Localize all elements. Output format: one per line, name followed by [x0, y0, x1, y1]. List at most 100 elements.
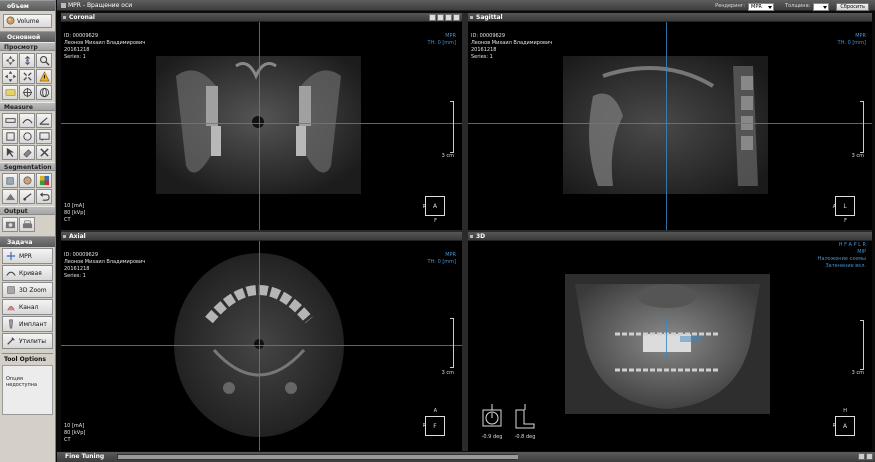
- task-item-label: MPR: [19, 252, 32, 260]
- thickness: TH: 0 [mm]: [837, 40, 866, 46]
- curve-measure-button[interactable]: [19, 113, 35, 128]
- area-tool-button[interactable]: [2, 129, 18, 144]
- sagittal-viewport[interactable]: Sagittal ID: 00009629 Леонов Михаил Влад…: [468, 13, 872, 230]
- orientation-letters[interactable]: H F A P L R: [818, 242, 866, 249]
- sagittal-orientation-cube[interactable]: L: [835, 196, 855, 216]
- capture-button[interactable]: [2, 217, 18, 232]
- patient-id: ID: 00009629: [64, 252, 99, 258]
- viewport-menu-icon[interactable]: [63, 16, 66, 19]
- render-mode: MPR: [445, 252, 456, 258]
- seg-region-button[interactable]: [19, 173, 35, 188]
- task-item-label: 3D Zoom: [19, 286, 47, 294]
- axial-title: Axial: [69, 233, 86, 240]
- sagittal-scale-ruler: [860, 101, 864, 153]
- globe-tool-button[interactable]: [36, 85, 52, 100]
- window-level-button[interactable]: [2, 85, 18, 100]
- color-squares-icon: [39, 175, 49, 186]
- coronal-horizontal-axis[interactable]: [61, 123, 462, 124]
- render-mode: MPR: [445, 33, 456, 39]
- task-item-utilities[interactable]: Утилиты: [2, 333, 53, 349]
- pan-tool-button[interactable]: [2, 53, 18, 68]
- seg-cut-button[interactable]: [19, 189, 35, 204]
- seg-cube-button[interactable]: [2, 173, 18, 188]
- thickness-select[interactable]: [813, 2, 830, 11]
- sagittal-bottom-label: F: [844, 218, 847, 224]
- task-item-3d-zoom[interactable]: 3D Zoom: [2, 282, 53, 298]
- axial-viewport[interactable]: Axial ID: 00009629 Леонов Михаил Владими…: [61, 232, 462, 451]
- 3d-orientation-cube[interactable]: A: [835, 416, 855, 436]
- print-button[interactable]: [19, 217, 35, 232]
- seg-sculpt-button[interactable]: [2, 189, 18, 204]
- coronal-maximize-button[interactable]: [445, 14, 452, 21]
- volume-icon: [6, 16, 15, 27]
- seg-color-button[interactable]: [36, 173, 52, 188]
- patient-id: ID: 00009629: [64, 33, 99, 39]
- task-list: MPR Кривая 3D Zoom Канал Имплант Утилиты: [0, 248, 55, 349]
- axial-vertical-axis[interactable]: [259, 241, 260, 451]
- annotation-icon: [38, 132, 50, 142]
- task-item-curve[interactable]: Кривая: [2, 265, 53, 281]
- coronal-minimize-button[interactable]: [429, 14, 436, 21]
- render-controls: Рендеринг: MPR Толщина: Сбросить: [715, 1, 869, 12]
- sagittal-mode-info: MPR TH: 0 [mm]: [837, 33, 866, 47]
- thickness: TH: 0 [mm]: [427, 259, 456, 265]
- rotation-widget-2[interactable]: -0.8 deg: [512, 404, 538, 440]
- coronal-vertical-axis[interactable]: [259, 22, 260, 230]
- axial-orientation-cube[interactable]: F: [425, 416, 445, 436]
- coronal-viewport[interactable]: Coronal ID: 00009629 Леонов Михаил Влади…: [61, 13, 462, 230]
- coronal-close-button[interactable]: [453, 14, 460, 21]
- curve-measure-icon: [21, 119, 33, 124]
- fine-tuning-scroll-thumb[interactable]: [118, 455, 518, 459]
- annotation-tool-button[interactable]: [36, 129, 52, 144]
- globe-icon: [39, 87, 49, 98]
- print-icon: [22, 220, 32, 229]
- render-select[interactable]: MPR: [748, 2, 775, 11]
- pointer-tool-button[interactable]: [2, 145, 18, 160]
- task-item-implant[interactable]: Имплант: [2, 316, 53, 332]
- fine-tuning-scrollbar[interactable]: [117, 454, 518, 460]
- sagittal-vertical-axis[interactable]: [666, 22, 667, 230]
- fine-tuning-collapse-button[interactable]: [858, 453, 865, 460]
- axial-horizontal-axis[interactable]: [61, 345, 462, 346]
- viewport-menu-icon[interactable]: [63, 235, 66, 238]
- zoom-tool-button[interactable]: [36, 53, 52, 68]
- roi-tool-button[interactable]: [19, 129, 35, 144]
- patient-name: Леонов Михаил Владимирович: [471, 40, 553, 46]
- view-tools: [0, 51, 55, 102]
- 3d-viewport[interactable]: 3D H F A P L R MIP Наложение схемы Затен…: [468, 232, 872, 451]
- utilities-icon: [5, 336, 16, 347]
- viewport-menu-icon[interactable]: [470, 16, 473, 19]
- coronal-layout-button[interactable]: [437, 14, 444, 21]
- angle-icon: [39, 117, 49, 125]
- angle-tool-button[interactable]: [36, 113, 52, 128]
- reset-button[interactable]: Сбросить: [836, 2, 869, 11]
- tube-voltage: 80 [kVp]: [64, 210, 86, 216]
- canal-icon: [5, 302, 16, 313]
- move-tool-button[interactable]: [2, 69, 18, 84]
- seg-undo-button[interactable]: [36, 189, 52, 204]
- fine-tuning-close-button[interactable]: [866, 453, 873, 460]
- task-item-canal[interactable]: Канал: [2, 299, 53, 315]
- 3d-scale-label: 3 cm: [851, 370, 864, 376]
- rotation-widget-1[interactable]: -0.9 deg: [480, 404, 504, 440]
- clock-rotate-icon: [482, 404, 502, 427]
- 3d-vertical-axis[interactable]: [666, 317, 667, 357]
- tool-options-text: Опция недоступна: [2, 365, 53, 415]
- rotate-icon: [24, 55, 30, 66]
- task-item-mpr[interactable]: MPR: [2, 248, 53, 264]
- warning-tool-button[interactable]: [36, 69, 52, 84]
- section-measure: Measure: [0, 102, 55, 111]
- crosshair-tool-button[interactable]: [19, 85, 35, 100]
- coronal-orientation-cube[interactable]: A: [425, 196, 445, 216]
- region-icon: [23, 176, 31, 185]
- top-bar: MPR - Вращение оси Рендеринг: MPR Толщин…: [57, 0, 875, 11]
- ruler-tool-button[interactable]: [2, 113, 18, 128]
- viewport-menu-icon[interactable]: [470, 235, 473, 238]
- delete-all-button[interactable]: [36, 145, 52, 160]
- spin-tool-button[interactable]: [19, 69, 35, 84]
- tube-current: 10 [mA]: [64, 203, 85, 209]
- rotate-tool-button[interactable]: [19, 53, 35, 68]
- sagittal-horizontal-axis[interactable]: [468, 123, 872, 124]
- volume-button[interactable]: Volume: [3, 14, 52, 28]
- delete-one-button[interactable]: [19, 145, 35, 160]
